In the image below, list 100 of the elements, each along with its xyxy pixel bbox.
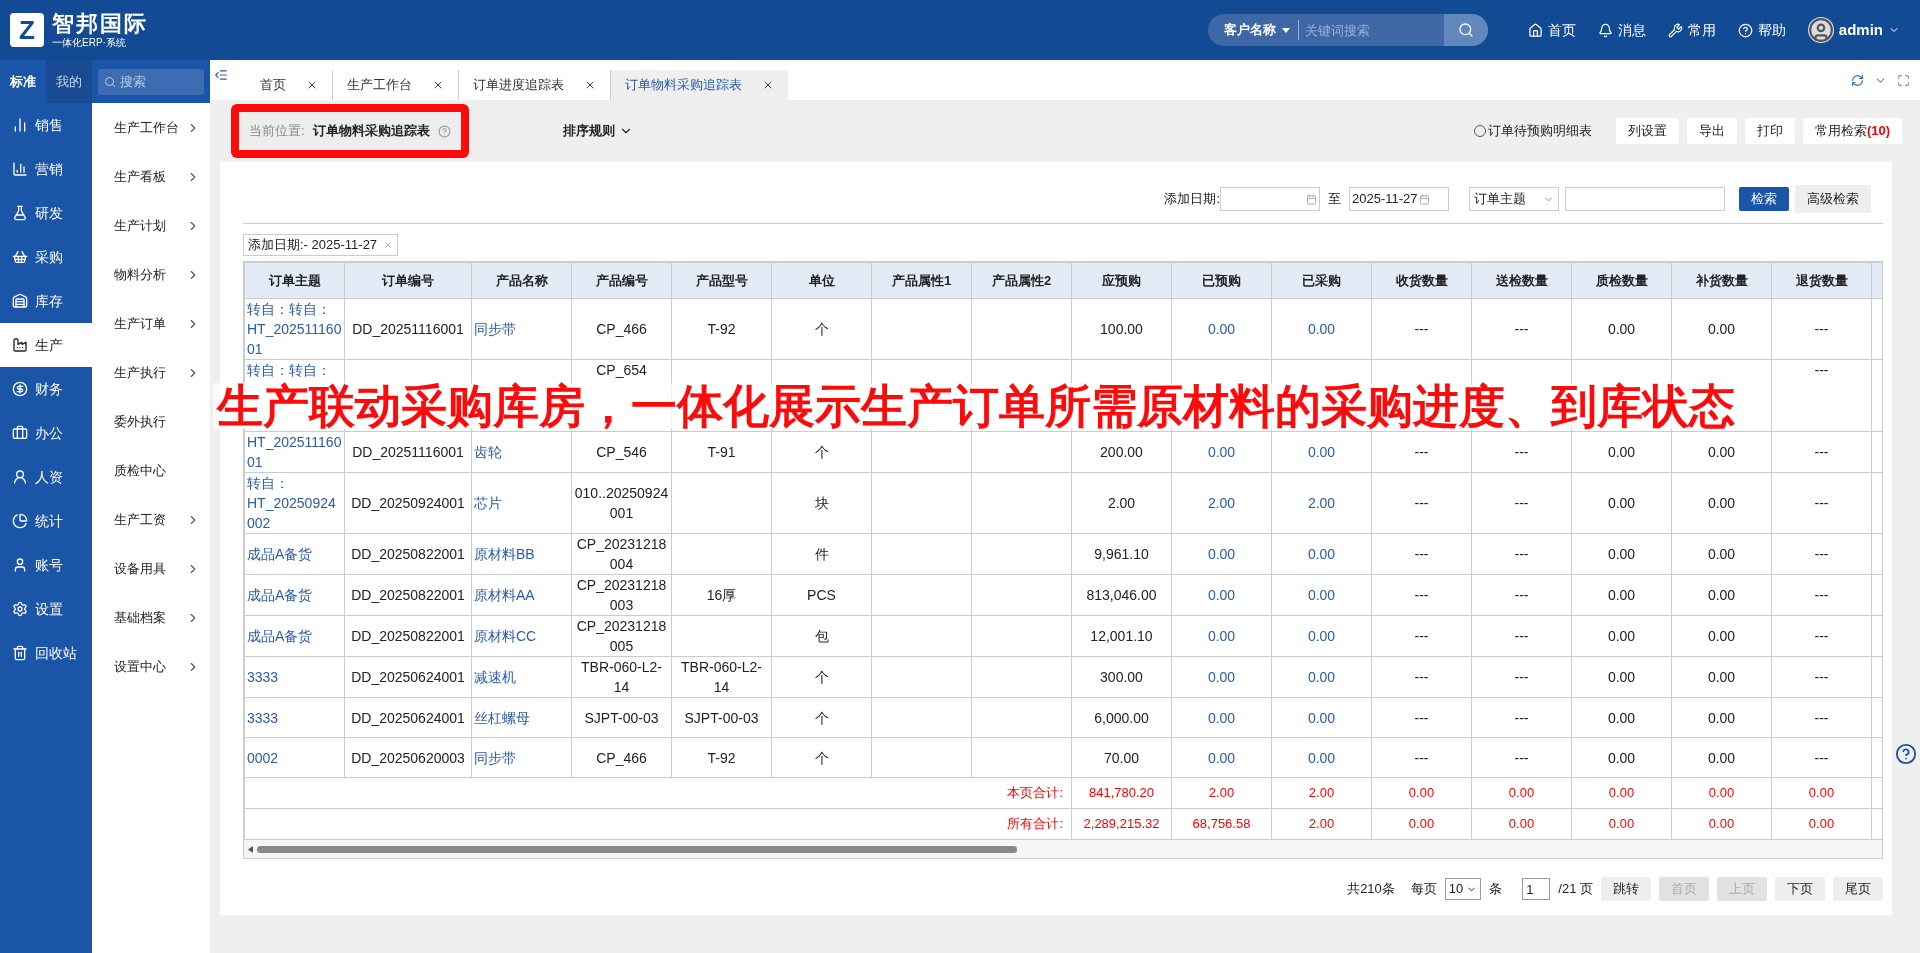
scope-dropdown[interactable]: 客户名称 <box>1207 20 1298 40</box>
sort-dropdown[interactable]: 排序规则 <box>562 121 633 141</box>
table-cell-text: DD_20250620003 <box>350 748 466 768</box>
column-header[interactable]: 已预购 <box>1171 262 1272 299</box>
column-header[interactable]: 产品属性2 <box>971 262 1072 299</box>
sidebar-item[interactable]: 办公 <box>0 411 92 455</box>
sidebar-item[interactable]: 研发 <box>0 191 92 235</box>
page-tab[interactable]: 生产工作台 <box>333 70 459 100</box>
keyword-field[interactable] <box>1565 187 1725 211</box>
column-header[interactable]: 产品编号 <box>571 262 672 299</box>
sidebar-item[interactable]: 销售 <box>0 103 92 147</box>
date-from-field[interactable] <box>1220 187 1320 211</box>
submenu-item[interactable]: 生产工作台 <box>92 103 210 152</box>
table-cell-text: 0.00 <box>1606 320 1637 339</box>
close-icon[interactable] <box>306 79 318 91</box>
per-page-select[interactable]: 10 <box>1444 878 1482 900</box>
table-cell-text: TBR-060-L2-14 <box>680 658 763 697</box>
date-to-field[interactable]: 2025-11-27 <box>1349 187 1449 211</box>
column-header[interactable]: 已采购 <box>1271 262 1372 299</box>
table-link[interactable]: 转自：转自： <box>247 360 342 380</box>
column-header[interactable]: 送检数量 <box>1471 262 1572 299</box>
toolbar-button[interactable]: 打印 <box>1744 118 1795 144</box>
column-header[interactable]: 订单编号 <box>344 262 472 299</box>
close-icon[interactable] <box>762 79 774 91</box>
column-header[interactable]: 订单主题 <box>244 262 345 299</box>
submenu-item[interactable]: 设备用具 <box>92 544 210 593</box>
column-header[interactable]: 应预购 <box>1071 262 1172 299</box>
toolbar-button[interactable]: 导出 <box>1686 118 1737 144</box>
table-cell-text: 100.00 <box>1099 320 1144 339</box>
toolbar-button[interactable]: 列设置 <box>1615 118 1679 144</box>
advanced-search-button[interactable]: 高级检索 <box>1795 185 1871 213</box>
close-icon[interactable] <box>432 79 444 91</box>
nav-link[interactable]: 帮助 <box>1737 19 1786 41</box>
table-cell-text: CP_466 <box>595 320 648 339</box>
table-cell-text: CP_654 <box>595 361 648 380</box>
column-header[interactable]: 产品型号 <box>671 262 772 299</box>
calendar-icon <box>1306 193 1317 205</box>
submenu-item[interactable]: 生产计划 <box>92 201 210 250</box>
column-header[interactable]: 产品名称 <box>471 262 572 299</box>
column-header[interactable]: 退货数量 <box>1771 262 1872 299</box>
sidebar-tab[interactable]: 标准 <box>0 60 46 103</box>
nav-link[interactable]: 消息 <box>1597 19 1646 41</box>
sidebar-item[interactable]: 人资 <box>0 455 92 499</box>
fullscreen-icon[interactable] <box>1897 73 1910 87</box>
table-cell-text: --- <box>1413 586 1430 605</box>
scroll-left-icon[interactable] <box>248 845 253 853</box>
sidebar-item[interactable]: 设置 <box>0 587 92 631</box>
sidebar-item[interactable]: 营销 <box>0 147 92 191</box>
page-field[interactable]: 1 <box>1522 878 1551 900</box>
search-button[interactable]: 检索 <box>1739 187 1789 211</box>
field-select[interactable]: 订单主题 <box>1469 187 1559 211</box>
submenu-item[interactable]: 物料分析 <box>92 250 210 299</box>
search-bar[interactable]: 客户名称 关键词搜索 <box>1207 14 1488 46</box>
page-tab[interactable]: 订单物料采购追踪表 <box>611 70 788 100</box>
page-tab[interactable]: 首页 <box>246 70 333 100</box>
table-cell-text: --- <box>1513 668 1530 687</box>
submenu-item[interactable]: 生产工资 <box>92 495 210 544</box>
column-header[interactable]: 质检数量 <box>1571 262 1672 299</box>
sidebar-item[interactable]: 财务 <box>0 367 92 411</box>
sidebar-tab[interactable]: 我的 <box>46 60 92 103</box>
submenu-item[interactable]: 生产订单 <box>92 299 210 348</box>
user-menu[interactable]: admin <box>1807 17 1900 43</box>
column-header[interactable]: 产品属性1 <box>871 262 972 299</box>
total-value: 0.00 <box>1508 816 1535 832</box>
submenu-item[interactable]: 基础档案 <box>92 593 210 642</box>
pager-button[interactable]: 尾页 <box>1833 877 1883 901</box>
submenu-item[interactable]: 生产看板 <box>92 152 210 201</box>
saved-search-button[interactable]: 常用检索(10) <box>1802 118 1902 144</box>
column-header[interactable]: 单位 <box>771 262 872 299</box>
nav-link[interactable]: 首页 <box>1527 19 1576 41</box>
nav-link[interactable]: 常用 <box>1667 19 1716 41</box>
pager-button[interactable]: 跳转 <box>1601 877 1651 901</box>
table-cell-text: --- <box>1813 494 1830 513</box>
radio-option[interactable]: 订单待预购明细表 <box>1473 121 1592 141</box>
table-cell-text: --- <box>1813 545 1830 564</box>
sidebar-item[interactable]: 统计 <box>0 499 92 543</box>
sidebar-item[interactable]: 采购 <box>0 235 92 279</box>
refresh-icon[interactable] <box>1851 73 1864 87</box>
column-header[interactable]: 补货数量 <box>1671 262 1772 299</box>
horizontal-scrollbar[interactable] <box>244 840 1882 858</box>
column-header[interactable]: 收货数量 <box>1371 262 1472 299</box>
submenu-item[interactable]: 委外执行 <box>92 397 210 446</box>
submenu-item[interactable]: 生产执行 <box>92 348 210 397</box>
search-button[interactable] <box>1443 14 1488 46</box>
table-cell-text: --- <box>1513 545 1530 564</box>
sidebar-item[interactable]: 生产 <box>0 323 92 367</box>
table-cell-text: 个 <box>813 748 830 768</box>
warehouse-icon <box>12 293 28 309</box>
submenu-item[interactable]: 设置中心 <box>92 642 210 691</box>
sidebar-item[interactable]: 回收站 <box>0 631 92 675</box>
table-cell-text: --- <box>1413 320 1430 339</box>
close-icon[interactable] <box>584 79 596 91</box>
pager-button[interactable]: 下页 <box>1775 877 1825 901</box>
sidebar-item[interactable]: 库存 <box>0 279 92 323</box>
sidebar-item[interactable]: 账号 <box>0 543 92 587</box>
submenu-item[interactable]: 质检中心 <box>92 446 210 495</box>
help-icon[interactable] <box>1895 743 1917 765</box>
total-value: 0.00 <box>1808 816 1835 832</box>
collapse-icon[interactable] <box>214 68 228 82</box>
total-value: 0.00 <box>1408 785 1435 801</box>
